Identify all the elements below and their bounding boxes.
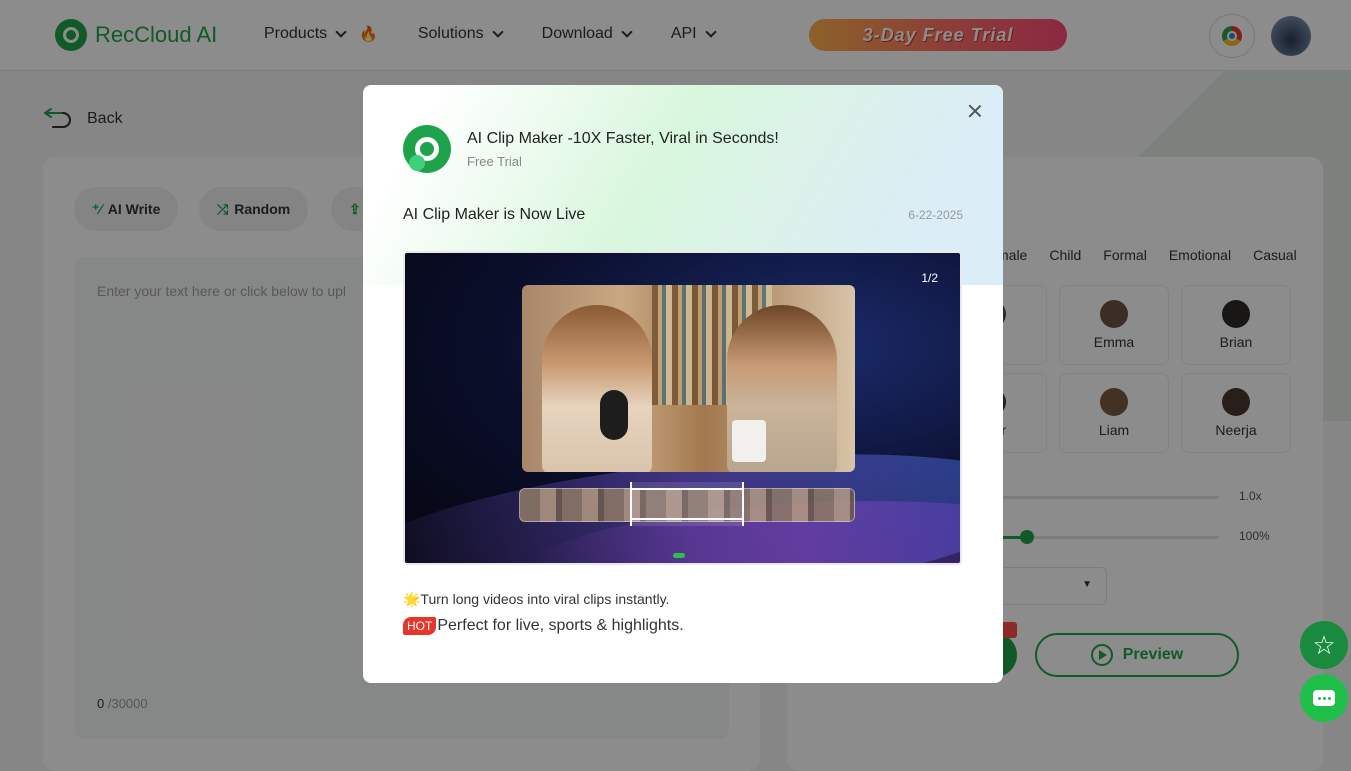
star-icon: ☆ [1312, 629, 1336, 660]
app-logo-icon [403, 125, 451, 173]
person-left [542, 305, 652, 472]
favorite-star-button[interactable]: ☆ [1300, 621, 1348, 669]
news-title: AI Clip Maker is Now Live [403, 206, 586, 223]
hot-badge: HOT [403, 617, 437, 635]
clip-selection-handle [630, 482, 744, 526]
modal-title: AI Clip Maker -10X Faster, Viral in Seco… [467, 130, 779, 147]
carousel-dot[interactable] [673, 553, 685, 558]
microphone [600, 390, 628, 440]
feature-line-2: HOT Perfect for live, sports & highlight… [403, 617, 684, 635]
slide-counter: 1/2 [921, 271, 938, 285]
podcast-photo [522, 285, 855, 472]
modal-subtitle: Free Trial [467, 154, 522, 169]
promo-media-carousel[interactable]: 1/2 [403, 251, 962, 565]
chat-icon [1313, 690, 1335, 706]
mug [732, 420, 766, 462]
chat-support-button[interactable] [1300, 674, 1348, 722]
news-date: 6-22-2025 [908, 208, 963, 222]
announcement-modal: AI Clip Maker -10X Faster, Viral in Seco… [363, 85, 1003, 683]
feature-line-1: 🌟Turn long videos into viral clips insta… [403, 591, 670, 607]
feature-line-2-text: Perfect for live, sports & highlights. [437, 617, 684, 634]
close-icon[interactable] [965, 101, 985, 121]
